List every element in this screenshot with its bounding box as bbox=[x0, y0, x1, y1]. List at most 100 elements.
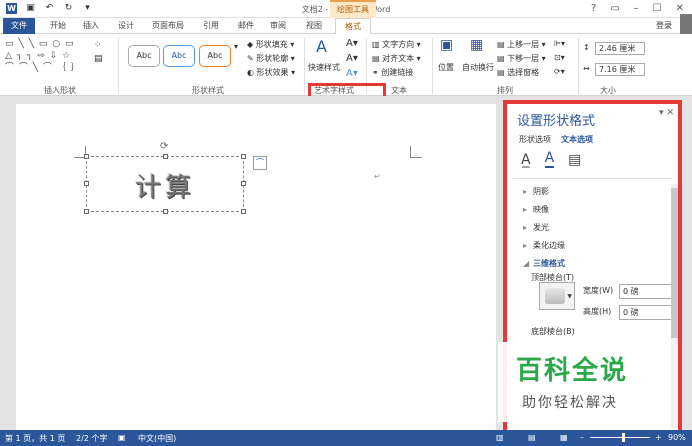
bevel-width-input[interactable]: 0 磅 bbox=[619, 284, 673, 299]
resize-handle[interactable] bbox=[241, 181, 246, 186]
size-group-label: 大小 bbox=[600, 86, 616, 95]
position-label[interactable]: 位置 bbox=[438, 62, 454, 73]
tab-view[interactable]: 视图 bbox=[306, 20, 322, 31]
zoom-slider[interactable] bbox=[590, 437, 650, 438]
send-backward-button[interactable]: ▤ 下移一层 ▾ bbox=[497, 53, 546, 64]
tab-insert[interactable]: 插入 bbox=[83, 20, 99, 31]
height-input[interactable]: 2.46 厘米 bbox=[595, 42, 645, 55]
selection-pane-button[interactable]: ▤ 选择窗格 bbox=[497, 67, 539, 78]
resize-handle[interactable] bbox=[163, 154, 168, 159]
status-bar: 第 1 页，共 1 页 2/2 个字 ▣ 中文(中国) ▥ ▤ ▦ – + 90… bbox=[0, 430, 692, 446]
tab-file[interactable]: 文件 bbox=[3, 18, 35, 34]
pane-close-icon[interactable]: ▾ ✕ bbox=[659, 108, 674, 118]
minimize-icon[interactable]: – bbox=[634, 3, 639, 14]
document-page[interactable]: ↵ 计算 ⟳ ⌒ bbox=[16, 104, 496, 444]
resize-handle[interactable] bbox=[163, 209, 168, 214]
section-3d-format[interactable]: ◢ 三维格式 bbox=[523, 258, 565, 269]
text-group-label: 文本 bbox=[391, 86, 407, 95]
textbox-layout-icon[interactable]: ▤ bbox=[568, 152, 581, 168]
tab-home[interactable]: 开始 bbox=[50, 20, 66, 31]
web-layout-icon[interactable]: ▦ bbox=[560, 433, 568, 442]
create-link-button[interactable]: ⚭ 创建链接 bbox=[372, 67, 413, 78]
proofing-icon[interactable]: ▣ bbox=[118, 433, 126, 442]
group-icon[interactable]: ⊡▾ bbox=[554, 53, 565, 62]
help-icon[interactable]: ? bbox=[591, 3, 596, 14]
maximize-icon[interactable]: ☐ bbox=[653, 3, 662, 14]
section-reflection-label: 映像 bbox=[533, 205, 549, 214]
close-icon[interactable]: ✕ bbox=[676, 3, 684, 14]
bevel-height-input[interactable]: 0 磅 bbox=[619, 305, 673, 320]
shape-fill-button[interactable]: ◆ 形状填充 ▾ bbox=[247, 39, 294, 50]
draw-textbox-icon[interactable]: ▤ bbox=[94, 54, 103, 64]
bevel-top-picker[interactable]: ▼ bbox=[539, 282, 575, 310]
position-icon[interactable]: ▣ bbox=[440, 37, 453, 53]
section-glow[interactable]: ▸ 发光 bbox=[523, 222, 549, 233]
layout-options-icon[interactable]: ⌒ bbox=[253, 156, 267, 170]
tab-page-layout[interactable]: 页面布局 bbox=[152, 20, 184, 31]
group-separator bbox=[118, 38, 119, 94]
shape-style-2[interactable]: Abc bbox=[163, 45, 195, 67]
zoom-slider-thumb[interactable] bbox=[622, 433, 625, 442]
resize-handle[interactable] bbox=[84, 181, 89, 186]
pane-scroll-thumb[interactable] bbox=[671, 188, 678, 338]
text-fill-icon[interactable]: A▾ bbox=[346, 38, 358, 49]
shape-outline-button[interactable]: ✎ 形状轮廓 ▾ bbox=[247, 53, 295, 64]
tab-design[interactable]: 设计 bbox=[118, 20, 134, 31]
resize-handle[interactable] bbox=[84, 209, 89, 214]
read-mode-icon[interactable]: ▥ bbox=[496, 433, 504, 442]
paragraph-mark: ↵ bbox=[374, 172, 381, 181]
resize-handle[interactable] bbox=[84, 154, 89, 159]
tab-shape-options[interactable]: 形状选项 bbox=[519, 134, 551, 145]
text-effects-icon[interactable]: A bbox=[544, 150, 555, 168]
tab-text-options[interactable]: 文本选项 bbox=[561, 134, 593, 145]
text-outline-icon[interactable]: A▾ bbox=[346, 53, 358, 64]
tab-review[interactable]: 审阅 bbox=[270, 20, 286, 31]
shape-style-1[interactable]: Abc bbox=[128, 45, 160, 67]
insert-shapes-group-label: 插入形状 bbox=[44, 86, 76, 95]
avatar[interactable] bbox=[680, 14, 692, 36]
page-count[interactable]: 第 1 页，共 1 页 bbox=[5, 433, 65, 444]
wordart-textbox[interactable]: 计算 ⟳ bbox=[84, 141, 246, 214]
wrap-text-label[interactable]: 自动换行 bbox=[462, 62, 494, 73]
resize-handle[interactable] bbox=[241, 209, 246, 214]
resize-handle[interactable] bbox=[241, 154, 246, 159]
bevel-bottom-label: 底部棱台(B) bbox=[531, 327, 575, 336]
shape-style-3[interactable]: Abc bbox=[199, 45, 231, 67]
group-separator bbox=[304, 38, 305, 94]
zoom-out-icon[interactable]: – bbox=[580, 433, 584, 442]
group-separator bbox=[432, 38, 433, 94]
language-indicator[interactable]: 中文(中国) bbox=[138, 433, 176, 444]
align-icon[interactable]: ⊫▾ bbox=[554, 39, 565, 48]
width-icon: ↔ bbox=[583, 64, 590, 73]
watermark-title: 百科全说 bbox=[516, 356, 629, 386]
align-text-button[interactable]: ▤ 对齐文本 ▾ bbox=[372, 53, 421, 64]
tab-references[interactable]: 引用 bbox=[203, 20, 219, 31]
rotate-handle-icon[interactable]: ⟳ bbox=[160, 141, 168, 152]
text-direction-button[interactable]: ▥ 文字方向 ▾ bbox=[372, 39, 421, 50]
shape-effects-button[interactable]: ◐ 形状效果 ▾ bbox=[247, 67, 295, 78]
shape-gallery[interactable]: ▭ ╲ ╲ ▭ ○ ▭ △ ┐ ┐ ⇨ ⇩ ☆ ⌒ ⌒ ╲ ⌒ ｛ ｝ bbox=[5, 38, 87, 78]
width-input[interactable]: 7.16 厘米 bbox=[595, 63, 645, 76]
text-effects-icon[interactable]: A▾ bbox=[346, 68, 358, 79]
print-layout-icon[interactable]: ▤ bbox=[528, 433, 536, 442]
bring-forward-label: 上移一层 bbox=[507, 40, 540, 49]
ribbon-display-icon[interactable]: ▭ bbox=[610, 3, 619, 14]
bring-forward-button[interactable]: ▤ 上移一层 ▾ bbox=[497, 39, 546, 50]
section-shadow[interactable]: ▸ 阴影 bbox=[523, 186, 549, 197]
quick-styles-icon[interactable]: A bbox=[316, 37, 327, 56]
rotate-icon[interactable]: ⟳▾ bbox=[554, 67, 565, 76]
login-link[interactable]: 登录 bbox=[656, 20, 672, 31]
text-fill-outline-icon[interactable]: A̲ bbox=[521, 152, 531, 168]
edit-shape-icon[interactable]: ⁘ bbox=[94, 40, 102, 50]
section-soft-edges[interactable]: ▸ 柔化边缘 bbox=[523, 240, 565, 251]
quick-styles-label[interactable]: 快速样式 bbox=[308, 62, 340, 73]
tab-mailings[interactable]: 邮件 bbox=[238, 20, 254, 31]
tab-format[interactable]: 格式 bbox=[335, 18, 371, 35]
section-reflection[interactable]: ▸ 映像 bbox=[523, 204, 549, 215]
wordart-text[interactable]: 计算 bbox=[87, 167, 243, 204]
word-count[interactable]: 2/2 个字 bbox=[76, 433, 107, 444]
zoom-level[interactable]: 90% bbox=[668, 433, 686, 442]
style-gallery-more-icon[interactable]: ▾ bbox=[234, 42, 238, 51]
wrap-text-icon[interactable]: ▦ bbox=[470, 37, 483, 53]
zoom-in-icon[interactable]: + bbox=[655, 433, 662, 442]
